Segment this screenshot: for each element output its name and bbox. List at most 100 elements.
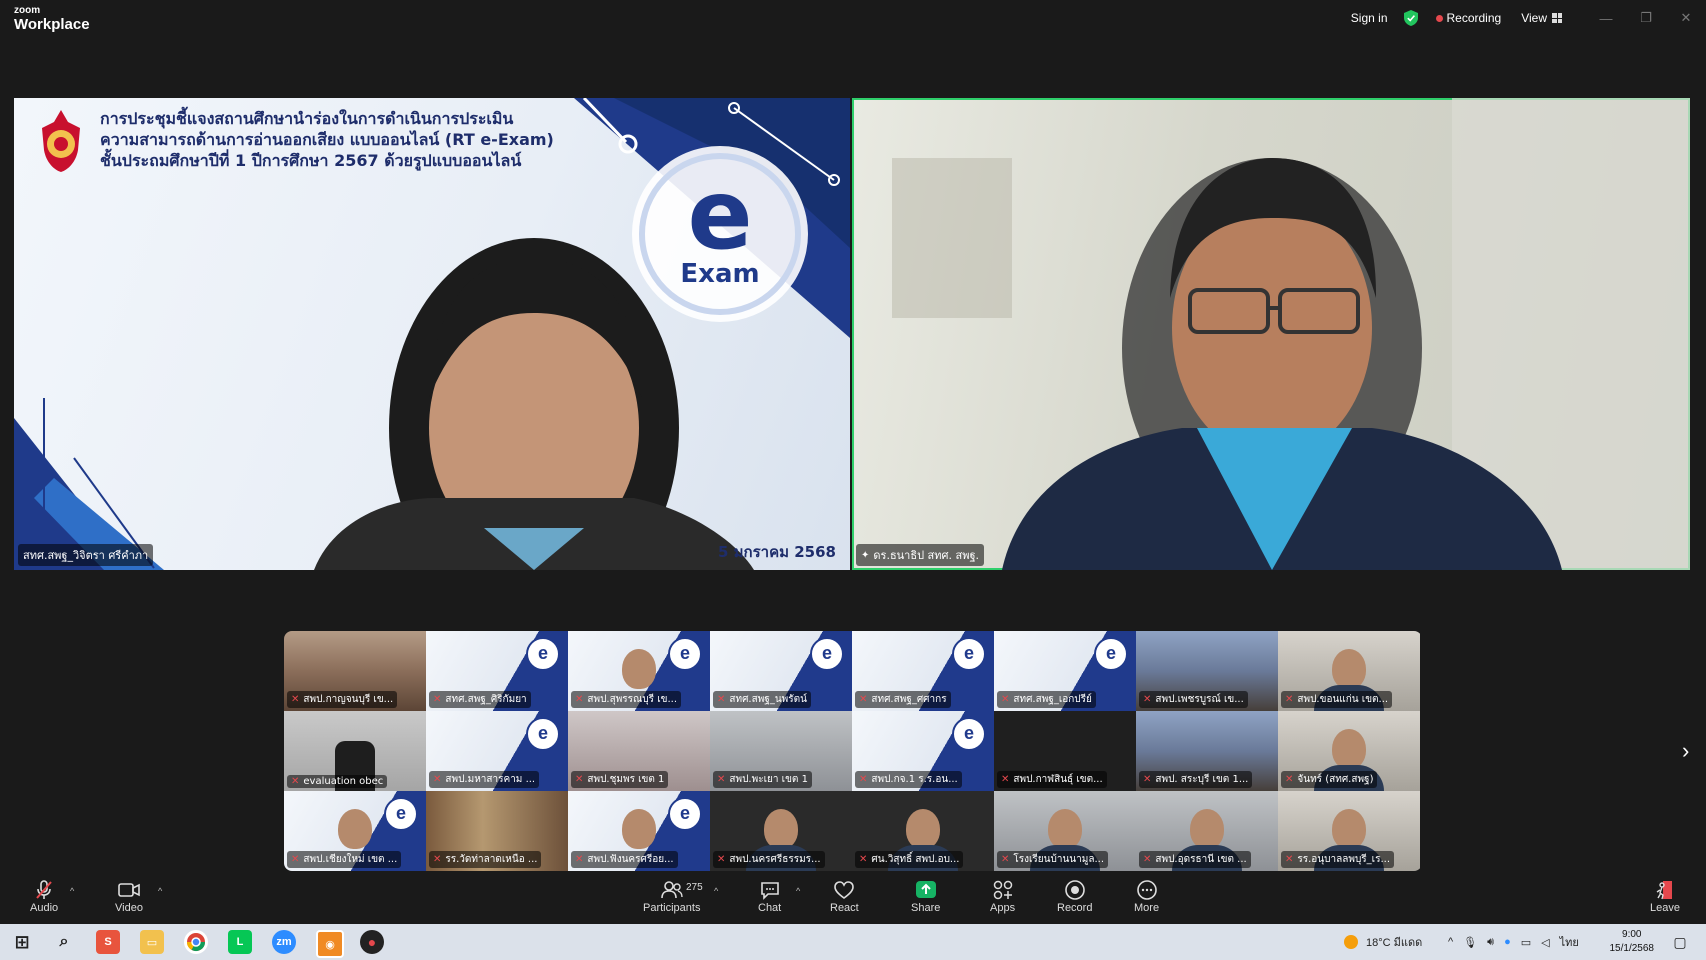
chat-options-caret-icon[interactable]: ^ [796, 886, 800, 896]
brand-small: zoom [14, 5, 41, 16]
tile-name: จันทร์ (สทศ.สพฐ) [1297, 774, 1374, 785]
maximize-icon[interactable]: ❐ [1626, 10, 1666, 26]
input-language[interactable]: ไทย [1560, 933, 1579, 951]
gallery-tile[interactable]: ✕ สพป.เพชรบูรณ์ เข... [1136, 631, 1278, 711]
gallery-tile[interactable]: ✕ รร.อนุบาลลพบุรี_เร... [1278, 791, 1420, 871]
gallery-tile[interactable]: e ✕ สทศ.สพฐ_นพรัตน์ [710, 631, 852, 711]
tile-name: สพป.พะเยา เขต 1 [729, 774, 808, 785]
minimize-icon[interactable]: — [1586, 11, 1626, 26]
weather-widget[interactable]: 18°C มีแดด [1344, 924, 1422, 960]
speaker-tray-icon[interactable]: 🔊︎ [1487, 936, 1494, 949]
gallery-tile[interactable]: ✕ ศน.วิสุทธิ์ สพป.อบ... [852, 791, 994, 871]
file-explorer-icon[interactable]: ▭ [140, 930, 164, 954]
chrome-icon[interactable] [184, 930, 208, 954]
gallery-tile[interactable]: ✕ สพป.ชุมพร เขต 1 [568, 711, 710, 791]
participant-face [1048, 809, 1082, 849]
tile-name: สพป.เชียงใหม่ เขต ... [303, 854, 398, 865]
mic-muted-icon: ✕ [291, 854, 300, 865]
meeting-toolbar: Audio ^ Video ^ Participants 275 ^ Chat … [0, 872, 1706, 924]
record-button[interactable]: Record [1057, 878, 1092, 914]
tile-name: สพป.นครศรีธรรมร... [729, 854, 821, 865]
gallery-tile[interactable]: e ✕ สพป.มหาสารคาม ... [426, 711, 568, 791]
gallery-grid: ✕ สพป.กาญจนบุรี เข... e ✕ สทศ.สพฐ_ศิริกัมยา… [284, 631, 1422, 871]
more-dots-icon [1136, 880, 1157, 900]
audio-button[interactable]: Audio [30, 878, 58, 914]
title-bar: zoom Workplace Sign in Recording View — … [0, 0, 1706, 38]
mic-muted-icon: ✕ [433, 774, 442, 785]
main-video-right[interactable]: ✦ ดร.ธนาธิป สทศ. สพฐ. [852, 98, 1690, 570]
more-button[interactable]: More [1134, 878, 1159, 914]
gallery-tile[interactable]: e ✕ สพป.เชียงใหม่ เขต ... [284, 791, 426, 871]
mic-muted-icon: ✕ [1285, 854, 1294, 865]
gallery-tile[interactable]: ✕ รร.วัดท่าลาดเหนือ ... [426, 791, 568, 871]
gallery-tile[interactable]: ✕ สพป.พะเยา เขต 1 [710, 711, 852, 791]
sign-in-link[interactable]: Sign in [1351, 11, 1388, 25]
video-label: Video [115, 902, 143, 914]
sun-icon [1344, 935, 1358, 949]
gallery-tile[interactable]: ✕ สพป.อุดรธานี เขต ... [1136, 791, 1278, 871]
gallery-next-arrow-icon[interactable]: › [1682, 738, 1689, 764]
gallery-tile[interactable]: e ✕ สทศ.สพฐ_เอกปรีย์ [994, 631, 1136, 711]
leave-button[interactable]: Leave [1650, 878, 1680, 914]
tile-name: สทศ.สพฐ_นพรัตน์ [729, 694, 807, 705]
line-app-icon[interactable]: L [228, 930, 252, 954]
chat-button[interactable]: Chat [758, 878, 781, 914]
gallery-tile[interactable]: ✕ สพป.กาญจนบุรี เข... [284, 631, 426, 711]
mic-muted-icon: ✕ [433, 694, 442, 705]
gallery-tile[interactable]: ✕ evaluation obec [284, 711, 426, 791]
search-icon[interactable]: ⌕ [52, 930, 76, 954]
more-label: More [1134, 902, 1160, 914]
clock-date: 15/1/2568 [1609, 943, 1655, 954]
active-app-icon[interactable]: ◉ [316, 930, 344, 958]
tile-name: รร.อนุบาลลพบุรี_เร... [1297, 854, 1391, 865]
share-label: Share [911, 902, 941, 914]
audio-options-caret-icon[interactable]: ^ [70, 886, 74, 896]
gallery-tile[interactable]: e ✕ สทศ.สพฐ_ศศากร [852, 631, 994, 711]
view-button[interactable]: View [1521, 11, 1562, 25]
gallery-tile[interactable]: e ✕ สพป.กจ.1 ร.ร.อน... [852, 711, 994, 791]
network-icon[interactable]: ▭ [1521, 936, 1531, 949]
video-button[interactable]: Video [115, 878, 143, 914]
taskbar-clock[interactable]: 9:00 15/1/2568 [1610, 928, 1655, 956]
tile-name: สพป.ขอนแก่น เขต... [1297, 694, 1389, 705]
gallery-tile[interactable]: e ✕ สพป.สุพรรณบุรี เข... [568, 631, 710, 711]
gallery-tile[interactable]: ✕ สพป.นครศรีธรรมร... [710, 791, 852, 871]
apps-button[interactable]: Apps [990, 878, 1015, 914]
microphone-tray-icon[interactable]: 🎙︎ [1463, 936, 1477, 949]
windows-start-icon[interactable]: ⊞ [10, 930, 34, 954]
mic-muted-icon: ✕ [717, 774, 726, 785]
record-app-icon[interactable]: ● [360, 930, 384, 954]
shield-check-icon[interactable] [1403, 10, 1418, 26]
gallery-tile[interactable]: e ✕ สพป.ฟังนครศรีอย... [568, 791, 710, 871]
participant-face [622, 649, 656, 689]
tile-name: สทศ.สพฐ_ศศากร [871, 694, 947, 705]
notifications-icon[interactable]: ▢ [1668, 930, 1692, 954]
participants-options-caret-icon[interactable]: ^ [714, 886, 718, 896]
gallery-tile[interactable]: ✕ สพป. สระบุรี เขต 1... [1136, 711, 1278, 791]
close-icon[interactable]: ✕ [1666, 10, 1706, 26]
zoom-app-icon[interactable]: zm [272, 930, 296, 954]
share-button[interactable]: Share [911, 878, 940, 914]
participant-name: ดร.ธนาธิป สทศ. สพฐ. [873, 549, 980, 562]
app-s-icon[interactable]: S [96, 930, 120, 954]
video-options-caret-icon[interactable]: ^ [158, 886, 162, 896]
tile-name: สพป.กจ.1 ร.ร.อน... [871, 774, 958, 785]
gallery-tile[interactable]: ✕ สพป.กาฬสินธุ์ เขต... [994, 711, 1136, 791]
recording-label: Recording [1446, 11, 1502, 25]
main-video-left[interactable]: e Exam การประชุมชี้แจงสถานศึกษานำร่องในก… [14, 98, 850, 570]
brand-large: Workplace [14, 16, 90, 33]
tile-name: รร.วัดท่าลาดเหนือ ... [445, 854, 538, 865]
gallery-tile[interactable]: ✕ จันทร์ (สทศ.สพฐ) [1278, 711, 1420, 791]
participant-face [906, 809, 940, 849]
react-button[interactable]: React [830, 878, 859, 914]
e-exam-icon: e [526, 637, 560, 671]
recording-indicator[interactable]: Recording [1435, 11, 1502, 25]
volume-icon[interactable]: ◁ [1541, 936, 1549, 949]
gallery-tile[interactable]: e ✕ สทศ.สพฐ_ศิริกัมยา [426, 631, 568, 711]
e-exam-icon: e [526, 717, 560, 751]
zoom-tray-icon[interactable]: ● [1504, 936, 1511, 948]
tray-expand-icon[interactable]: ^ [1448, 936, 1453, 948]
gallery-tile[interactable]: ✕ สพป.ขอนแก่น เขต... [1278, 631, 1420, 711]
gallery-tile[interactable]: ✕ โรงเรียนบ้านนามูล... [994, 791, 1136, 871]
record-icon [1064, 880, 1085, 900]
